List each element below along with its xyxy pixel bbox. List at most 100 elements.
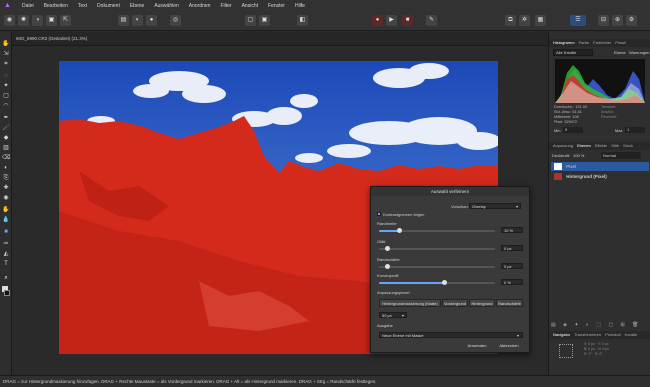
context-icon[interactable]: ⊟	[598, 15, 609, 26]
persona-develop-icon[interactable]: ◑	[32, 15, 43, 26]
node-tool-icon[interactable]: ◭	[2, 250, 10, 258]
tab-histogram[interactable]: Histogramm	[553, 39, 575, 47]
erase-tool-icon[interactable]: ⌫	[2, 154, 10, 162]
menu-dokument[interactable]: Dokument	[97, 3, 120, 9]
assistant-icon[interactable]: ✲	[519, 15, 530, 26]
tab-pinsel[interactable]: Pinsel	[615, 39, 626, 47]
snapping-icon[interactable]: ⧉	[505, 15, 516, 26]
tab-kanaele[interactable]: Kanäle	[625, 331, 637, 339]
crop-tool-icon[interactable]: ⌗	[2, 60, 10, 68]
output-select[interactable]: Neue Ebene mit Maske	[379, 332, 523, 338]
tab-effekte[interactable]: Effekte	[595, 142, 607, 150]
fill-tool-icon[interactable]: ◆	[2, 134, 10, 142]
tab-transformieren[interactable]: Transformieren	[574, 331, 601, 339]
red-eye-tool-icon[interactable]: ◉	[2, 194, 10, 202]
menu-hilfe[interactable]: Hilfe	[295, 3, 305, 9]
edge-slider[interactable]	[379, 264, 495, 269]
color-picker-icon[interactable]: ✒	[2, 114, 10, 122]
flood-select-icon[interactable]: ✦	[2, 82, 10, 90]
layer-option[interactable]: Ebene	[614, 50, 626, 55]
auto-contrast-icon[interactable]: ◐	[132, 15, 143, 26]
preview-select[interactable]: Overlay	[469, 203, 521, 209]
smudge-tool-icon[interactable]: ✋	[2, 206, 10, 214]
brush-background-button[interactable]: Hintergrund	[469, 299, 495, 307]
macro-stop-icon[interactable]: ■	[402, 15, 413, 26]
tab-farbe[interactable]: Farbe	[579, 39, 589, 47]
selection-mode-icon[interactable]: ▢	[245, 15, 256, 26]
selection-add-icon[interactable]: ▣	[259, 15, 270, 26]
edge-knob[interactable]	[385, 264, 390, 269]
ramp-knob[interactable]	[442, 280, 447, 285]
layer-row-background[interactable]: Hintergrund (Pixel)	[551, 172, 649, 181]
menu-filter[interactable]: Filter	[220, 3, 231, 9]
tab-stock[interactable]: Stock	[623, 142, 633, 150]
view-mode-icon[interactable]: ▦	[535, 15, 546, 26]
persona-export-icon[interactable]: ⇱	[60, 15, 71, 26]
blemish-tool-icon[interactable]: ✚	[2, 184, 10, 192]
auto-colors-icon[interactable]: ●	[146, 15, 157, 26]
blur-tool-icon[interactable]: 💧	[2, 216, 10, 224]
follow-edges-checkbox[interactable]	[377, 212, 381, 216]
record-macro-icon[interactable]: ●	[372, 15, 383, 26]
zoom-tool-icon[interactable]: ⌕	[2, 274, 10, 282]
arrange-icon[interactable]: ☰	[570, 15, 586, 26]
smooth-slider[interactable]	[379, 246, 495, 251]
quick-mask-icon[interactable]: ◧	[297, 15, 308, 26]
smooth-field[interactable]: 0 px	[501, 245, 523, 251]
opacity-value[interactable]: 100 %	[573, 153, 584, 158]
marquee-tool-icon[interactable]: ▢	[2, 92, 10, 100]
app-logo-icon[interactable]: ▲	[3, 1, 12, 10]
clone-tool-icon[interactable]: ⎘	[2, 174, 10, 182]
gradient-tool-icon[interactable]: ▥	[2, 144, 10, 152]
brush-tool-icon[interactable]: ✎	[426, 15, 437, 26]
auto-white-balance-icon[interactable]: ◎	[170, 15, 181, 26]
cancel-button[interactable]: Abbrechen	[495, 342, 523, 350]
tab-stile[interactable]: Stile	[611, 142, 619, 150]
persona-photo-icon[interactable]: ◉	[4, 15, 15, 26]
warning-option[interactable]: Warnungen	[629, 50, 650, 55]
smooth-knob[interactable]	[385, 246, 390, 251]
border-width-slider[interactable]	[379, 228, 495, 233]
channel-select[interactable]: Alle Kanäle	[553, 49, 593, 56]
max-field[interactable]: 1	[625, 127, 645, 133]
menu-ansicht[interactable]: Ansicht	[242, 3, 258, 9]
min-field[interactable]: 0	[563, 127, 583, 133]
menu-fenster[interactable]: Fenster	[268, 3, 285, 9]
menu-auswaehlen[interactable]: Auswählen	[154, 3, 178, 9]
secondary-color-swatch[interactable]	[4, 290, 10, 296]
layer-row-pixel[interactable]: Pixel	[551, 162, 649, 171]
menu-bearbeiten[interactable]: Bearbeiten	[44, 3, 68, 9]
tab-navigator[interactable]: Navigator	[553, 331, 570, 339]
tab-farbfelder[interactable]: Farbfelder	[593, 39, 611, 47]
menu-ebene[interactable]: Ebene	[130, 3, 144, 9]
freehand-select-icon[interactable]: ◠	[2, 102, 10, 110]
menu-datei[interactable]: Datei	[22, 3, 34, 9]
auto-levels-icon[interactable]: ▤	[118, 15, 129, 26]
brush-foreground-button[interactable]: Vordergrund	[442, 299, 468, 307]
share-icon[interactable]: ⊕	[612, 15, 623, 26]
ramp-slider[interactable]	[379, 280, 495, 285]
persona-tonemap-icon[interactable]: ▣	[46, 15, 57, 26]
selection-brush-icon[interactable]: ◌	[2, 72, 10, 80]
view-tool-icon[interactable]: ✋	[2, 40, 10, 48]
macro-play-icon[interactable]: ▶	[386, 15, 397, 26]
transform-anchor-grid[interactable]	[559, 344, 573, 358]
brush-feather-button[interactable]: Randschärfe	[496, 299, 523, 307]
document-tab[interactable]: IMG_6990.CR2 (Geändert) (21.3%)	[12, 32, 548, 46]
blend-mode-select[interactable]: Normal	[601, 152, 641, 159]
settings-icon[interactable]: ⚙	[626, 15, 637, 26]
text-tool-icon[interactable]: T	[2, 260, 10, 268]
border-width-field[interactable]: 10 %	[501, 227, 523, 233]
edge-field[interactable]: 0 px	[501, 263, 523, 269]
pen-tool-icon[interactable]: ✑	[2, 240, 10, 248]
move-tool-icon[interactable]: ⇲	[2, 50, 10, 58]
tab-anpassung[interactable]: Anpassung	[553, 142, 573, 150]
layers-footer-icons[interactable]: ▤ ◈ ✦ ◐ ⬚ ▢ ⊞ 🗑	[551, 322, 649, 328]
border-width-knob[interactable]	[397, 228, 402, 233]
menu-text[interactable]: Text	[78, 3, 87, 9]
menu-anordnen[interactable]: Anordnen	[189, 3, 211, 9]
apply-button[interactable]: Anwenden	[463, 342, 491, 350]
brush-matte-button[interactable]: Hintergrundmaskierung (Matte)	[379, 299, 441, 307]
dodge-tool-icon[interactable]: ◐	[2, 164, 10, 172]
paint-brush-icon[interactable]: 🖌	[2, 124, 10, 132]
